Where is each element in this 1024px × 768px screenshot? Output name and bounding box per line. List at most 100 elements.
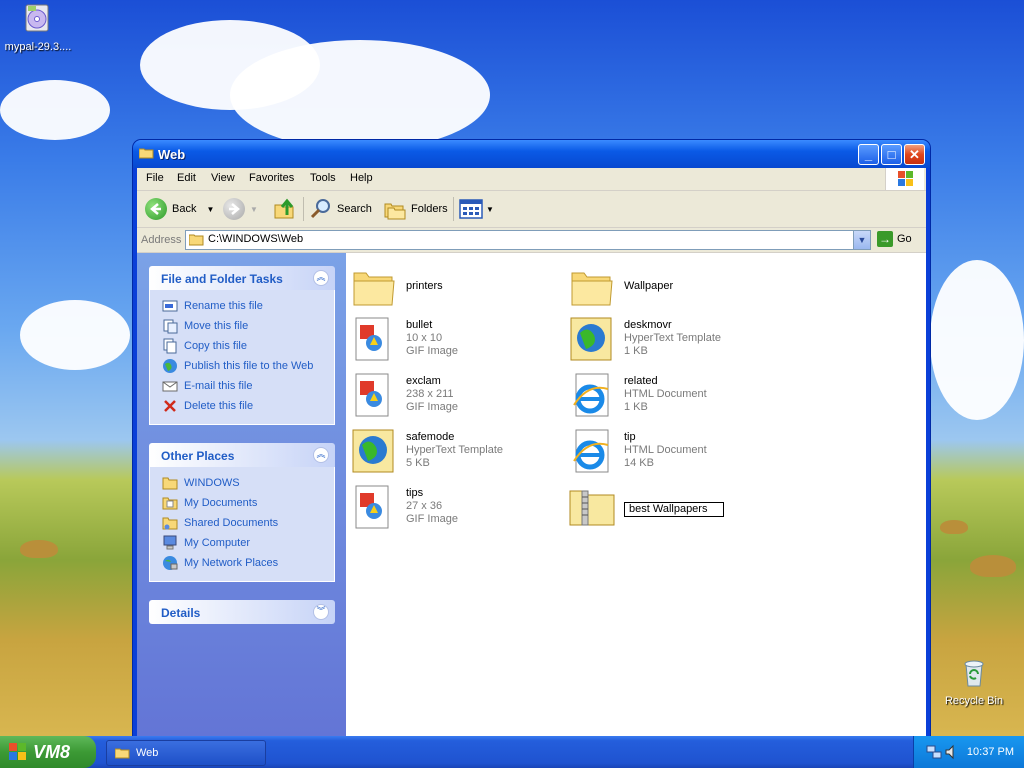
file-meta: 27 x 36 <box>406 500 443 512</box>
taskbar-window-web[interactable]: Web <box>106 740 266 766</box>
collapse-chevron-icon[interactable]: ︽ <box>313 447 329 463</box>
desktop-icon-mypal[interactable]: mypal-29.3.... <box>0 2 78 53</box>
desktop-icon-label: Recycle Bin <box>944 695 1004 707</box>
rename-input[interactable]: best Wallpapers <box>624 502 724 517</box>
copy-icon <box>163 338 177 354</box>
file-meta: HyperText Template <box>406 444 504 456</box>
address-bar: Address C:\WINDOWS\Web ▼ → Go <box>137 228 926 253</box>
installer-icon <box>25 4 49 32</box>
up-folder-button[interactable] <box>273 197 297 221</box>
forward-button[interactable]: ▼ <box>223 197 258 221</box>
minimize-button[interactable]: _ <box>858 144 879 165</box>
file-item-wallpaper[interactable]: Wallpaper <box>568 263 778 313</box>
back-dropdown-icon[interactable]: ▼ <box>206 205 214 214</box>
file-item-printers[interactable]: printers <box>350 263 560 313</box>
task-move[interactable]: Move this file <box>162 316 334 336</box>
details-panel: Details ︾ <box>149 600 335 624</box>
file-meta: HTML Document <box>624 388 707 400</box>
minimize-icon: _ <box>864 147 873 162</box>
file-name: Wallpaper <box>624 280 674 292</box>
panel-header[interactable]: Other Places ︽ <box>149 443 335 467</box>
panel-header[interactable]: Details ︾ <box>149 600 335 624</box>
my-documents-icon <box>162 497 178 510</box>
html-document-icon <box>573 429 609 473</box>
cloud <box>230 40 490 150</box>
recycle-bin-icon <box>964 660 984 687</box>
file-item-tip[interactable]: tip HTML Document 14 KB <box>568 427 778 477</box>
search-icon <box>310 199 330 219</box>
views-icon <box>459 199 483 219</box>
file-name: tip <box>624 431 636 443</box>
desktop-icon-recycle-bin[interactable]: Recycle Bin <box>934 656 1014 707</box>
hay-bale <box>970 555 1016 577</box>
place-label: My Computer <box>184 537 251 549</box>
file-item-related[interactable]: related HTML Document 1 KB <box>568 371 778 421</box>
place-my-network-places[interactable]: My Network Places <box>162 553 334 573</box>
cloud <box>0 80 110 140</box>
forward-dropdown-icon[interactable]: ▼ <box>250 205 258 214</box>
folder-icon <box>115 748 130 759</box>
move-icon <box>163 319 178 334</box>
expand-chevron-icon[interactable]: ︾ <box>313 604 329 620</box>
close-button[interactable]: ✕ <box>904 144 925 165</box>
volume-icon[interactable] <box>944 744 960 760</box>
menu-view[interactable]: View <box>211 172 235 184</box>
panel-header[interactable]: File and Folder Tasks ︽ <box>149 266 335 290</box>
file-item-tips[interactable]: tips 27 x 36 GIF Image <box>350 483 560 533</box>
task-publish[interactable]: Publish this file to the Web <box>162 356 334 376</box>
hay-bale <box>20 540 58 558</box>
address-input[interactable]: C:\WINDOWS\Web ▼ <box>185 230 871 250</box>
cloud <box>930 260 1024 420</box>
network-connection-icon[interactable] <box>926 744 942 760</box>
place-my-documents[interactable]: My Documents <box>162 493 334 513</box>
maximize-button[interactable]: □ <box>881 144 902 165</box>
file-item-bullet[interactable]: bullet 10 x 10 GIF Image <box>350 315 560 365</box>
collapse-chevron-icon[interactable]: ︽ <box>313 270 329 286</box>
toolbar: Back ▼ ▼ Search Folders ▼ <box>137 191 926 228</box>
task-delete[interactable]: Delete this file <box>162 396 334 416</box>
search-button[interactable]: Search <box>309 197 372 221</box>
gif-image-icon <box>355 373 389 417</box>
menu-tools[interactable]: Tools <box>310 172 336 184</box>
gif-image-icon <box>355 317 389 361</box>
file-item-exclam[interactable]: exclam 238 x 211 GIF Image <box>350 371 560 421</box>
hypertext-template-icon <box>352 429 394 473</box>
place-label: My Documents <box>184 497 258 509</box>
go-arrow-icon: → <box>877 231 893 247</box>
place-windows[interactable]: WINDOWS <box>162 473 334 493</box>
folders-button[interactable]: Folders <box>383 197 448 221</box>
task-pane: File and Folder Tasks ︽ Rename this file… <box>137 253 346 736</box>
panel-title: File and Folder Tasks <box>161 272 283 286</box>
start-button[interactable]: VM8 <box>0 736 96 768</box>
menu-file[interactable]: File <box>146 172 164 184</box>
back-label: Back <box>172 203 197 215</box>
task-rename[interactable]: Rename this file <box>162 296 334 316</box>
close-icon: ✕ <box>909 147 920 162</box>
file-meta: HTML Document <box>624 444 707 456</box>
forward-arrow-icon <box>223 198 245 220</box>
task-email[interactable]: E-mail this file <box>162 376 334 396</box>
file-folder-tasks-panel: File and Folder Tasks ︽ Rename this file… <box>149 266 335 425</box>
go-button[interactable]: → Go <box>877 231 912 247</box>
file-name: safemode <box>406 431 455 443</box>
file-type: GIF Image <box>406 345 458 357</box>
address-dropdown-button[interactable]: ▼ <box>853 231 870 249</box>
place-label: Shared Documents <box>184 517 279 529</box>
views-button[interactable]: ▼ <box>459 197 494 221</box>
place-shared-documents[interactable]: Shared Documents <box>162 513 334 533</box>
panel-title: Other Places <box>161 449 235 463</box>
rename-icon <box>162 300 178 312</box>
menu-favorites[interactable]: Favorites <box>249 172 294 184</box>
place-my-computer[interactable]: My Computer <box>162 533 334 553</box>
file-item-safemode[interactable]: safemode HyperText Template 5 KB <box>350 427 560 477</box>
task-copy[interactable]: Copy this file <box>162 336 334 356</box>
menu-help[interactable]: Help <box>350 172 373 184</box>
file-item-deskmovr[interactable]: deskmovr HyperText Template 1 KB <box>568 315 778 365</box>
file-type: 1 KB <box>624 401 648 413</box>
email-icon <box>162 381 178 392</box>
back-button[interactable]: Back ▼ <box>145 197 214 221</box>
computer-icon <box>163 535 177 550</box>
menu-edit[interactable]: Edit <box>177 172 196 184</box>
title-bar[interactable]: Web _ □ ✕ <box>133 140 930 168</box>
file-item-best-wallpapers[interactable]: best Wallpapers <box>568 483 778 533</box>
